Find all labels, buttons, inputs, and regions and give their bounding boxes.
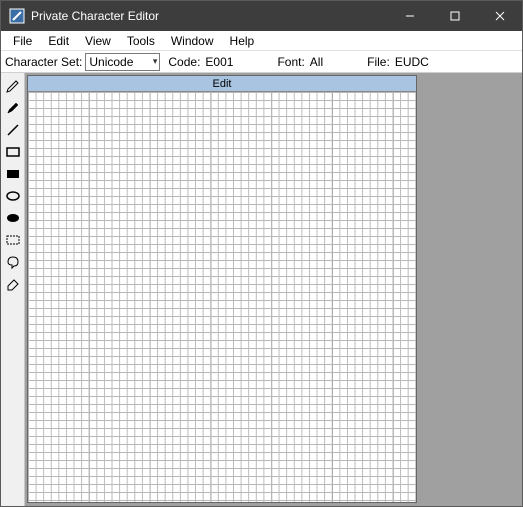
font-label: Font: [273, 55, 307, 69]
menu-edit[interactable]: Edit [40, 32, 77, 50]
line-tool[interactable] [2, 119, 24, 141]
file-label: File: [363, 55, 393, 69]
code-value: E001 [203, 55, 239, 69]
rectangle-fill-tool[interactable] [2, 163, 24, 185]
workspace: Edit [1, 73, 522, 506]
brush-tool[interactable] [2, 97, 24, 119]
chevron-down-icon: ▾ [153, 56, 158, 67]
ellipse-fill-tool[interactable] [2, 207, 24, 229]
infobar: Character Set: Unicode ▾ Code: E001 Font… [1, 51, 522, 73]
menubar: File Edit View Tools Window Help [1, 31, 522, 51]
app-icon [9, 8, 25, 24]
menu-file[interactable]: File [5, 32, 40, 50]
ellipse-outline-tool[interactable] [2, 185, 24, 207]
charset-select[interactable]: Unicode ▾ [85, 53, 160, 71]
charset-label: Character Set: [1, 55, 85, 69]
window-title: Private Character Editor [31, 9, 387, 23]
file-value: EUDC [393, 55, 435, 69]
close-button[interactable] [477, 1, 522, 31]
window-controls [387, 1, 522, 31]
canvas-area: Edit [25, 73, 522, 506]
font-value: All [308, 55, 329, 69]
app-window: Private Character Editor File Edit View … [0, 0, 523, 507]
edit-grid[interactable] [28, 92, 416, 502]
menu-view[interactable]: View [77, 32, 119, 50]
menu-tools[interactable]: Tools [119, 32, 163, 50]
toolbox [1, 73, 25, 506]
rect-select-tool[interactable] [2, 229, 24, 251]
pencil-tool[interactable] [2, 75, 24, 97]
maximize-button[interactable] [432, 1, 477, 31]
menu-window[interactable]: Window [163, 32, 222, 50]
eraser-tool[interactable] [2, 273, 24, 295]
code-label: Code: [164, 55, 203, 69]
rectangle-outline-tool[interactable] [2, 141, 24, 163]
charset-value: Unicode [89, 55, 133, 69]
menu-help[interactable]: Help [222, 32, 263, 50]
minimize-button[interactable] [387, 1, 432, 31]
canvas-title: Edit [28, 76, 416, 92]
canvas-frame: Edit [27, 75, 417, 503]
freeform-select-tool[interactable] [2, 251, 24, 273]
titlebar: Private Character Editor [1, 1, 522, 31]
